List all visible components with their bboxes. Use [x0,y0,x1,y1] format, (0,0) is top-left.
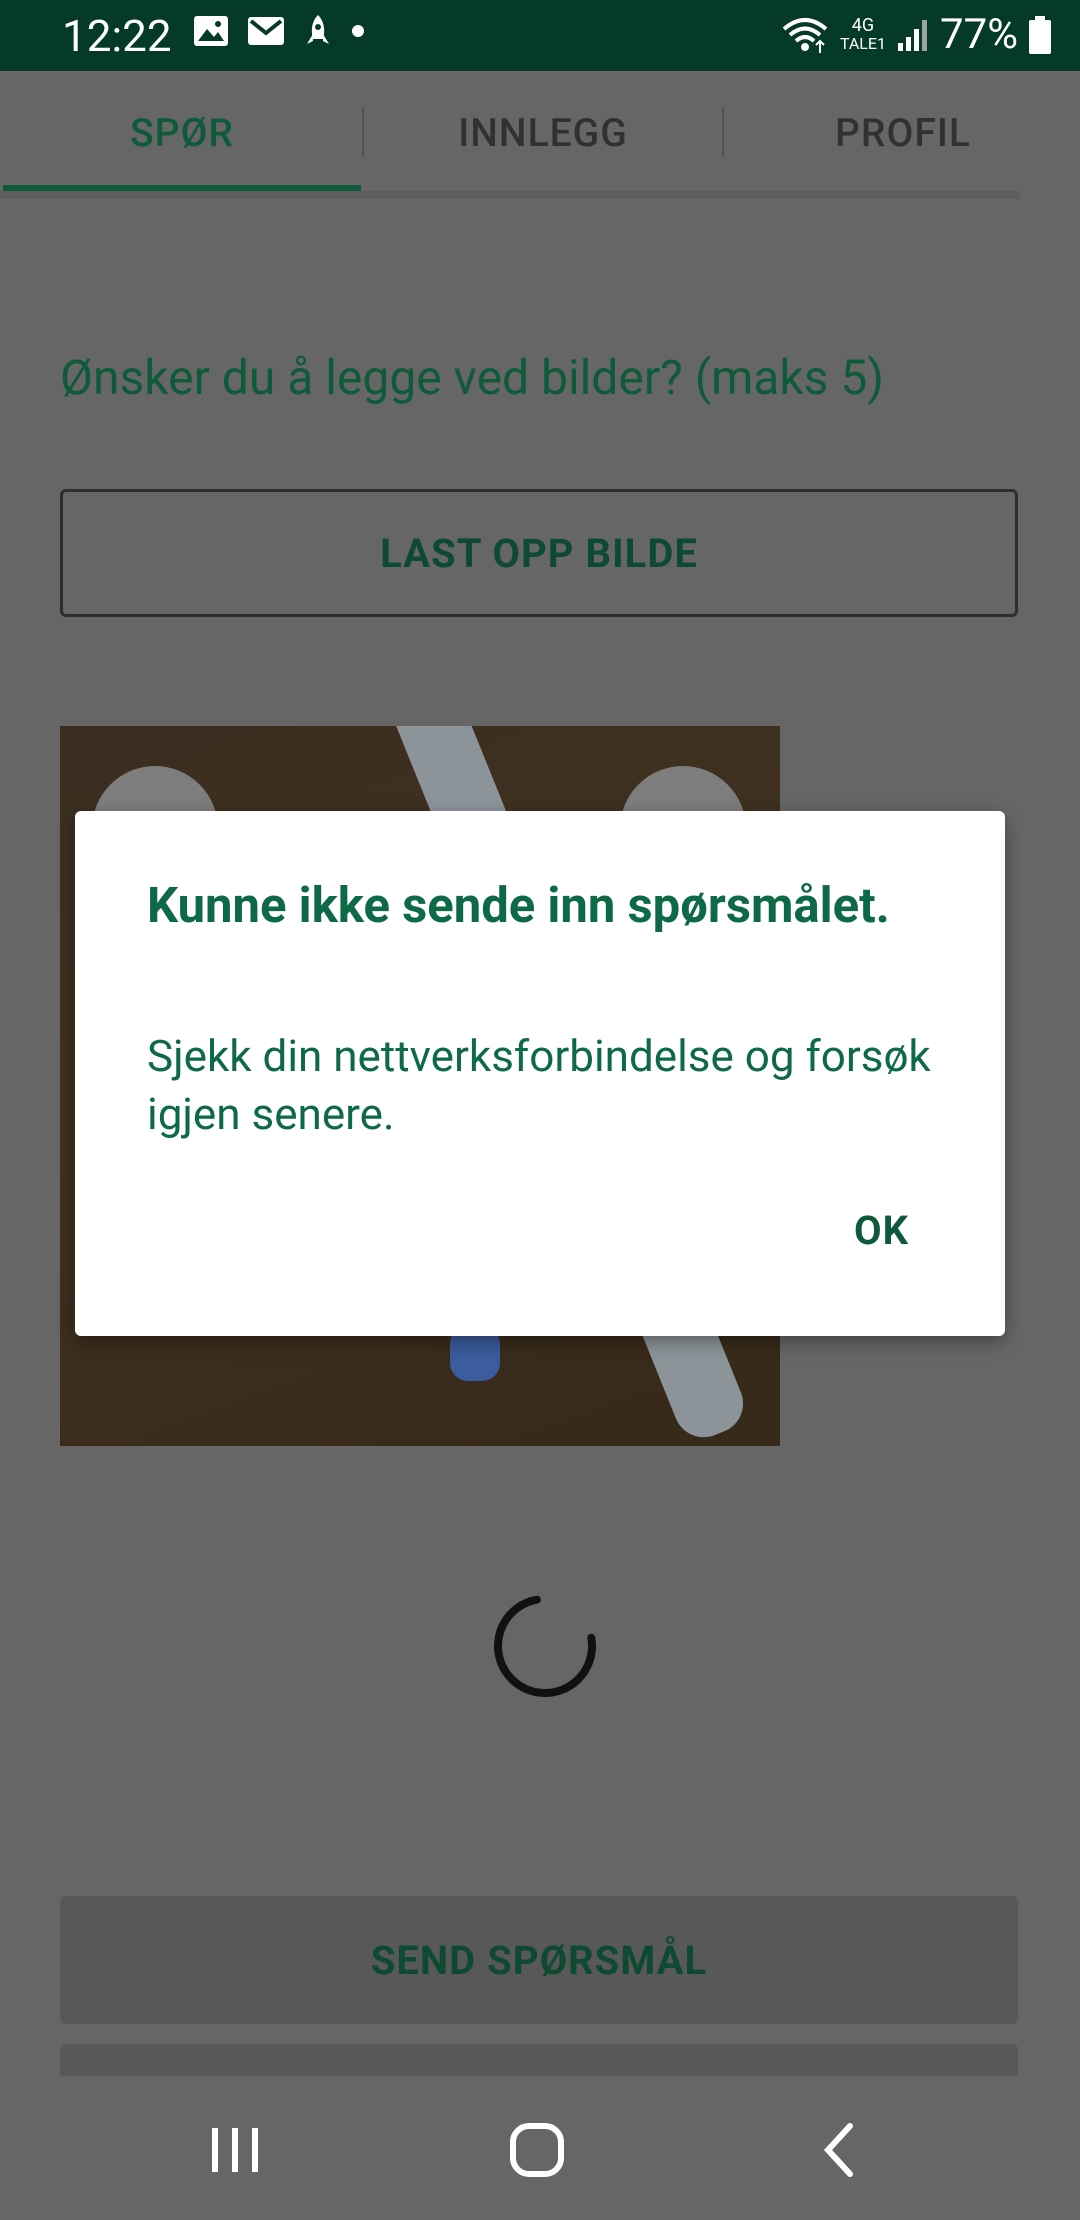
tab-profil[interactable]: PROFIL [724,71,1080,195]
tab-bar: SPØR INNLEGG PROFIL [0,71,1080,199]
dialog-title: Kunne ikke sende inn spørsmålet. [147,877,890,934]
recent-apps-icon[interactable] [200,2120,270,2180]
tab-innlegg[interactable]: INNLEGG [364,71,722,195]
home-icon[interactable] [503,2120,573,2180]
dialog-ok-button[interactable]: OK [854,1207,909,1254]
error-dialog: Kunne ikke sende inn spørsmålet. Sjekk d… [75,811,1005,1336]
status-bar: 12:22 4G TALE1 77% [0,0,1080,71]
network-type-label: 4G TALE1 [839,14,887,53]
status-time: 12:22 [62,10,172,62]
active-tab-indicator [3,185,361,191]
battery-icon [1028,15,1052,55]
back-icon[interactable] [806,2120,876,2180]
send-question-button[interactable]: SEND SPØRSMÅL [60,1896,1018,2024]
tab-bar-divider [0,191,1020,199]
loading-spinner-icon [494,1595,596,1697]
wifi-icon [780,15,830,55]
upload-image-button[interactable]: LAST OPP BILDE [60,489,1018,617]
rocket-icon [303,14,333,48]
signal-icon [896,17,930,53]
images-question-label: Ønsker du å legge ved bilder? (maks 5) [60,349,885,406]
system-navigation-bar [0,2076,1080,2220]
dialog-message: Sjekk din nettverksforbindelse og forsøk… [147,1030,931,1140]
battery-percent: 77% [940,10,1018,59]
gmail-icon [247,16,285,46]
gallery-icon [193,15,229,47]
tab-spor[interactable]: SPØR [3,71,361,195]
dot-icon [351,24,365,38]
